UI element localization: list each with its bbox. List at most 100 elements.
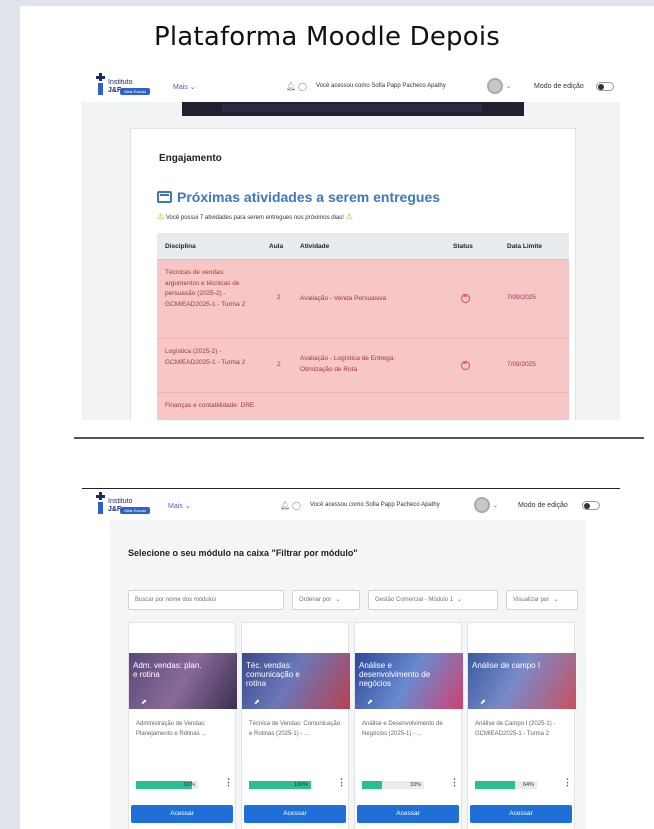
module-image-label: Téc. vendas: comunicação e rotina bbox=[246, 661, 300, 688]
progress-bar-fill bbox=[475, 781, 515, 789]
calendar-icon bbox=[157, 191, 172, 203]
module-card[interactable]: Téc. vendas: comunicação e rotina ⬈ Técn… bbox=[241, 622, 350, 829]
module-image[interactable]: Análise e desenvolvimento de negócios ⬈ bbox=[355, 653, 463, 709]
chevron-down-icon: ⌄ bbox=[457, 597, 463, 603]
section-heading: Engajamento bbox=[159, 153, 222, 164]
logo-text-line1: Instituto bbox=[108, 79, 133, 86]
screenshot-after: Instituto J&F Mais Escola Mais ⌄ 🔔︎ ◯ Vo… bbox=[82, 488, 620, 829]
bell-icon[interactable]: 🔔︎ bbox=[280, 501, 290, 510]
mais-menu-label: Mais bbox=[173, 84, 188, 91]
engagement-card: Engajamento Próximas atividades a serem … bbox=[130, 128, 576, 420]
bell-icon[interactable]: 🔔︎ bbox=[286, 82, 296, 91]
edit-mode-toggle[interactable] bbox=[596, 82, 614, 91]
column-header: Aula bbox=[269, 242, 284, 250]
warning-icon: ⚠ bbox=[345, 212, 353, 221]
user-avatar[interactable] bbox=[474, 497, 490, 513]
access-button[interactable]: Acessar bbox=[131, 805, 233, 823]
institute-logo[interactable]: Instituto J&F Mais Escola bbox=[96, 73, 152, 99]
chat-icon[interactable]: ◯ bbox=[292, 501, 301, 510]
module-image-label: Adm. vendas: plan. e rotina bbox=[133, 661, 202, 679]
module-image-icon: ⬈ bbox=[141, 699, 147, 706]
cell-atividade[interactable]: Avaliação - Venda Persuasiva bbox=[300, 294, 410, 305]
user-avatar[interactable] bbox=[487, 78, 503, 94]
module-filter-dropdown[interactable]: Gestão Comercial - Módulo 1 ⌄ bbox=[368, 590, 498, 610]
chevron-down-icon[interactable]: ⌄ bbox=[493, 502, 498, 509]
slide-title: Plataforma Moodle Depois bbox=[153, 22, 500, 52]
module-card[interactable]: Análise de campo I ⬈ Análise de Campo I … bbox=[467, 622, 576, 829]
module-image[interactable]: Téc. vendas: comunicação e rotina ⬈ bbox=[242, 653, 350, 709]
edit-mode-toggle[interactable] bbox=[582, 501, 600, 510]
mais-menu[interactable]: Mais ⌄ bbox=[173, 83, 196, 91]
module-name[interactable]: Administração de Vendas: Planejamento e … bbox=[136, 719, 232, 739]
mais-menu[interactable]: Mais ⌄ bbox=[168, 502, 191, 510]
column-header: Status bbox=[453, 242, 473, 250]
more-options-icon[interactable]: ⋮ bbox=[563, 777, 572, 788]
pending-warning: ⚠ Você possui 7 atividades para serem en… bbox=[157, 212, 353, 221]
table-row[interactable]: Técnicas de vendas: argumentos e técnica… bbox=[157, 259, 569, 338]
module-image[interactable]: Adm. vendas: plan. e rotina ⬈ bbox=[129, 653, 237, 709]
edit-mode-label: Modo de edição bbox=[534, 83, 584, 90]
module-card[interactable]: Análise e desenvolvimento de negócios ⬈ … bbox=[354, 622, 463, 829]
table-row[interactable]: Logística (2025-2) - GCMIEAD2025-1 - Tur… bbox=[157, 338, 569, 392]
chat-icon[interactable]: ◯ bbox=[298, 82, 307, 91]
cell-disciplina[interactable]: Logística (2025-2) - GCMIEAD2025-1 - Tur… bbox=[165, 347, 255, 368]
logo-pill: Mais Escola bbox=[120, 88, 150, 95]
cell-data-limite: 7/09/2025 bbox=[507, 294, 536, 301]
module-image-icon: ⬈ bbox=[480, 699, 486, 706]
more-options-icon[interactable]: ⋮ bbox=[224, 777, 233, 788]
logged-in-as-message: Você acessou como Sofia Papp Pacheco Apa… bbox=[316, 83, 446, 89]
more-options-icon[interactable]: ⋮ bbox=[450, 777, 459, 788]
cell-disciplina[interactable]: Técnicas de vendas: argumentos e técnica… bbox=[165, 268, 255, 310]
institute-logo[interactable]: Instituto J&F Mais Escola bbox=[96, 492, 152, 518]
column-header: Atividade bbox=[300, 242, 330, 250]
select-module-heading: Selecione o seu módulo na caixa "Filtrar… bbox=[128, 548, 358, 558]
progress-label: 33% bbox=[409, 782, 421, 788]
sort-dropdown[interactable]: Ordenar por ⌄ bbox=[292, 590, 360, 610]
module-name[interactable]: Análise e Desenvolvimento de Negócios (2… bbox=[362, 719, 458, 739]
edit-mode-label: Modo de edição bbox=[518, 502, 568, 509]
module-image-label: Análise de campo I bbox=[472, 661, 541, 670]
module-search-input[interactable]: Buscar por nome dos módulos bbox=[128, 590, 284, 610]
pending-warning-text: Você possui 7 atividades para serem entr… bbox=[165, 215, 344, 221]
module-name[interactable]: Técnica de Vendas: Comunicação e Rotinas… bbox=[249, 719, 345, 739]
cell-disciplina[interactable]: Finanças e contabilidade: DRE bbox=[165, 401, 255, 412]
chevron-down-icon: ⌄ bbox=[553, 597, 559, 603]
column-header: Disciplina bbox=[165, 242, 196, 250]
overdue-status-icon bbox=[461, 360, 470, 370]
logo-mark-icon bbox=[96, 492, 106, 514]
access-button[interactable]: Acessar bbox=[357, 805, 459, 823]
module-filter-label: Gestão Comercial - Módulo 1 bbox=[375, 597, 454, 603]
progress-label: 100% bbox=[293, 782, 308, 788]
progress-bar: 33% bbox=[362, 781, 424, 789]
module-name[interactable]: Análise de Campo I (2025-1) - GCMIEAD202… bbox=[475, 719, 571, 739]
progress-label: 91% bbox=[183, 782, 195, 788]
progress-bar: 91% bbox=[136, 781, 198, 789]
module-card[interactable]: Adm. vendas: plan. e rotina ⬈ Administra… bbox=[128, 622, 237, 829]
sort-dropdown-label: Ordenar por bbox=[299, 597, 332, 603]
modules-panel: Selecione o seu módulo na caixa "Filtrar… bbox=[110, 520, 586, 829]
mais-menu-label: Mais bbox=[168, 503, 183, 510]
access-button[interactable]: Acessar bbox=[470, 805, 572, 823]
module-image[interactable]: Análise de campo I ⬈ bbox=[468, 653, 576, 709]
cell-atividade[interactable]: Avaliação - Logística de Entrega: Otimiz… bbox=[300, 354, 410, 375]
module-image-icon: ⬈ bbox=[254, 699, 260, 706]
progress-bar: 100% bbox=[249, 781, 311, 789]
more-options-icon[interactable]: ⋮ bbox=[337, 777, 346, 788]
chevron-down-icon: ⌄ bbox=[335, 597, 341, 603]
access-button[interactable]: Acessar bbox=[244, 805, 346, 823]
logo-pill: Mais Escola bbox=[120, 507, 150, 514]
table-header: Disciplina Aula Atividade Status Data Li… bbox=[157, 233, 569, 259]
module-image-icon: ⬈ bbox=[367, 699, 373, 706]
warning-icon: ⚠ bbox=[157, 212, 165, 221]
logged-in-as-message: Você acessou como Sofia Papp Pacheco Apa… bbox=[310, 502, 440, 508]
logo-text-line1: Instituto bbox=[108, 498, 133, 505]
table-row[interactable]: Finanças e contabilidade: DRE bbox=[157, 392, 569, 420]
chevron-down-icon[interactable]: ⌄ bbox=[506, 83, 511, 90]
module-image-label: Análise e desenvolvimento de negócios bbox=[359, 661, 431, 688]
upcoming-activities-title: Próximas atividades a serem entregues bbox=[157, 189, 440, 205]
cell-aula: 2 bbox=[277, 361, 281, 368]
view-dropdown[interactable]: Visualizar por ⌄ bbox=[506, 590, 578, 610]
screenshot-before: Instituto J&F Mais Escola Mais ⌄ 🔔︎ ◯ Vo… bbox=[82, 70, 620, 420]
cell-aula: 2 bbox=[277, 294, 281, 301]
progress-bar-fill bbox=[362, 781, 383, 789]
